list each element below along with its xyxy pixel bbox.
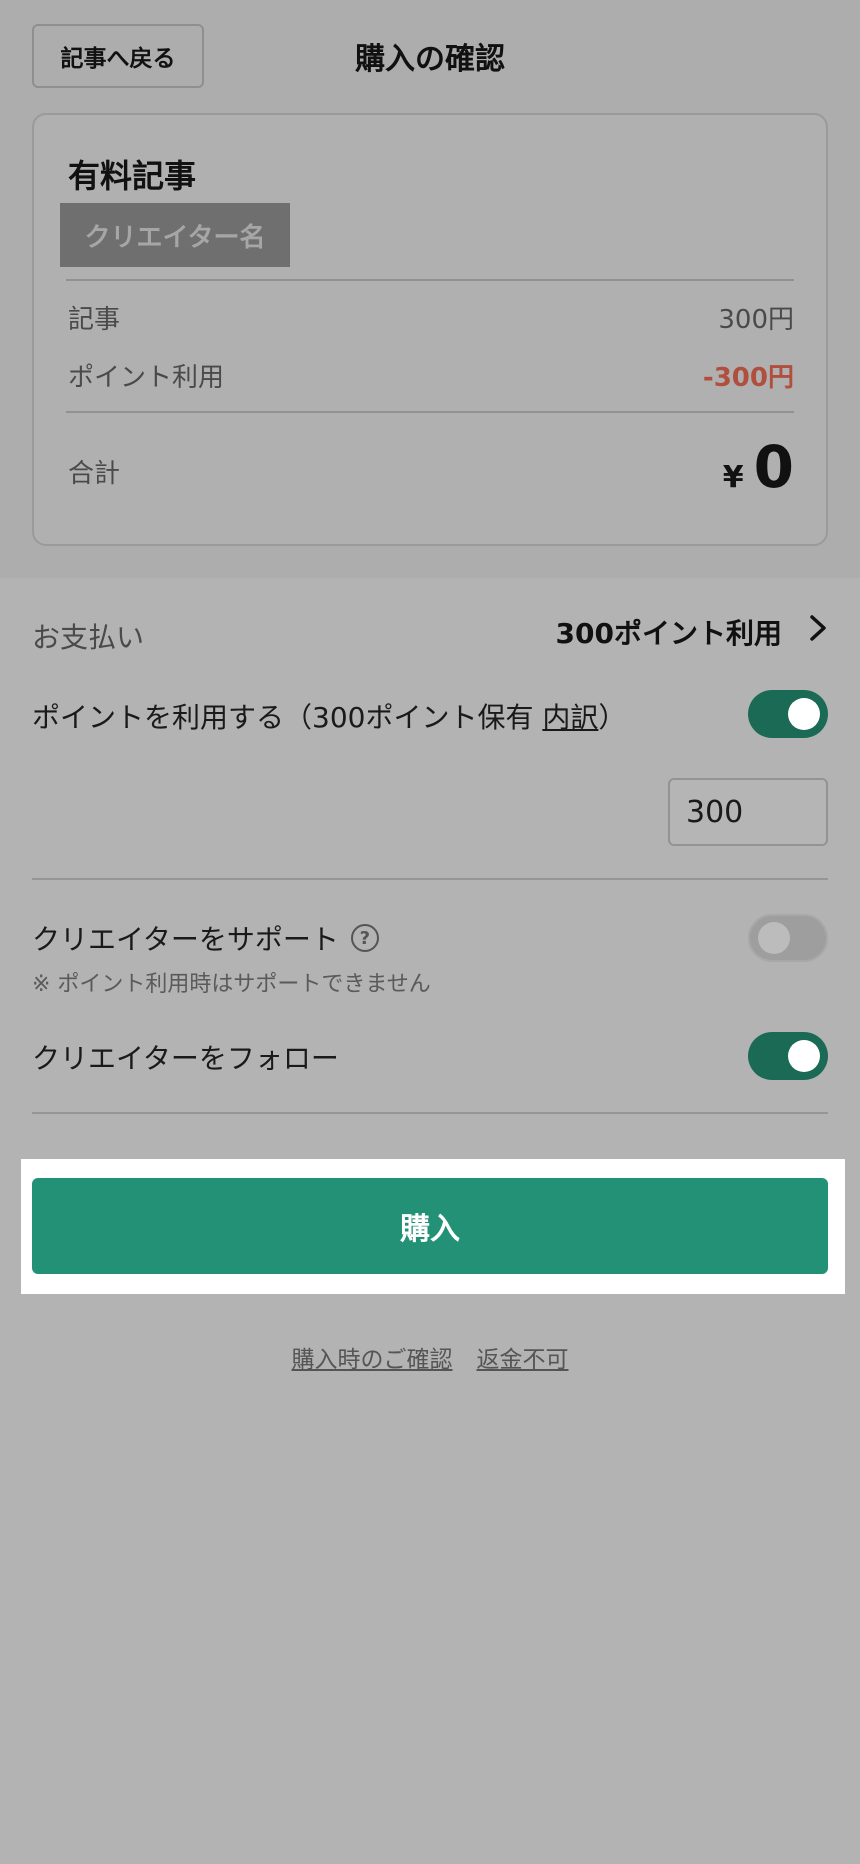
article-title: 有料記事 <box>68 157 197 195</box>
follow-creator-toggle[interactable] <box>748 1032 828 1080</box>
use-points-label: ポイントを利用する（300ポイント保有 内訳） <box>32 696 626 736</box>
follow-creator-label: クリエイターをフォロー <box>32 1042 339 1075</box>
purchase-notes-link[interactable]: 購入時のご確認 <box>292 1347 453 1373</box>
section-divider <box>32 878 828 880</box>
purchase-button-highlight: 購入 <box>21 1159 845 1294</box>
payment-method-value: 300ポイント利用 <box>555 617 782 650</box>
section-divider <box>32 1112 828 1114</box>
points-used-value: -300円 <box>702 363 794 393</box>
order-summary-card: 有料記事 クリエイター名 記事 300円 ポイント利用 -300円 合計 ¥ 0 <box>32 113 828 546</box>
points-breakdown-link[interactable]: 内訳 <box>542 701 598 734</box>
payment-label: お支払い <box>32 621 145 654</box>
purchase-button[interactable]: 購入 <box>32 1178 828 1274</box>
help-icon[interactable]: ? <box>350 924 379 952</box>
creator-name-badge: クリエイター名 <box>60 203 290 267</box>
total-label: 合計 <box>68 459 121 489</box>
footer-links: 購入時のご確認 返金不可 <box>0 1340 860 1374</box>
article-price-label: 記事 <box>68 305 121 335</box>
use-points-text-suffix: ） <box>598 701 627 734</box>
support-creator-toggle[interactable] <box>748 914 828 962</box>
points-amount-input[interactable]: 300 <box>668 778 828 846</box>
yen-symbol: ¥ <box>722 460 744 495</box>
chevron-right-icon <box>808 613 828 651</box>
total-amount: ¥ 0 <box>723 433 794 501</box>
support-creator-label: クリエイターをサポート ? <box>32 918 379 958</box>
toggle-knob <box>758 922 790 954</box>
no-refund-link[interactable]: 返金不可 <box>477 1347 569 1373</box>
payment-method-selector[interactable]: 300ポイント利用 <box>556 612 828 652</box>
summary-divider <box>66 279 794 281</box>
support-note: ※ ポイント利用時はサポートできません <box>32 972 431 997</box>
summary-divider <box>66 411 794 413</box>
total-value: 0 <box>753 433 794 501</box>
page-title: 購入の確認 <box>355 42 505 77</box>
article-price-value: 300円 <box>718 305 794 335</box>
toggle-knob <box>788 1040 820 1072</box>
support-creator-text: クリエイターをサポート <box>32 923 339 956</box>
summary-section: 記事へ戻る 購入の確認 有料記事 クリエイター名 記事 300円 ポイント利用 … <box>0 0 860 578</box>
points-used-label: ポイント利用 <box>68 363 225 393</box>
toggle-knob <box>788 698 820 730</box>
use-points-text: ポイントを利用する（300ポイント保有 <box>32 701 543 734</box>
use-points-toggle[interactable] <box>748 690 828 738</box>
